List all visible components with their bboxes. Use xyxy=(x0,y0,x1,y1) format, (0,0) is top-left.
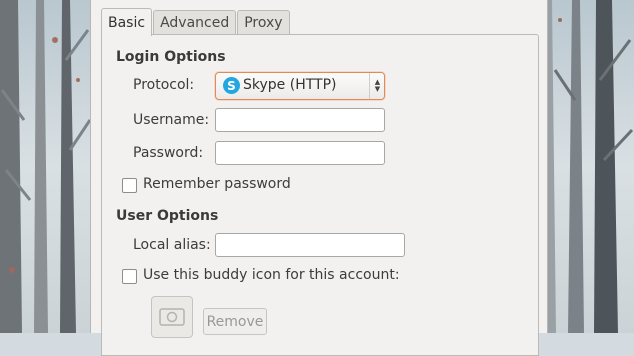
account-dialog: Basic Advanced Proxy Login Options Proto… xyxy=(90,0,548,356)
protocol-combo[interactable]: S Skype (HTTP) ▲ ▼ xyxy=(215,72,385,100)
remove-button-label: Remove xyxy=(206,313,264,330)
local-alias-input[interactable] xyxy=(215,233,405,257)
login-options-heading: Login Options xyxy=(116,49,226,65)
remember-password-label[interactable]: Remember password xyxy=(143,176,291,192)
password-label: Password: xyxy=(133,145,204,161)
username-input[interactable] xyxy=(215,108,385,132)
buddy-icon-checkbox[interactable] xyxy=(122,269,137,284)
local-alias-label: Local alias: xyxy=(133,237,211,253)
protocol-value: Skype (HTTP) xyxy=(243,77,337,93)
tab-basic-label: Basic xyxy=(108,14,146,31)
chevron-down-icon: ▼ xyxy=(374,85,381,93)
tab-advanced-label: Advanced xyxy=(160,15,230,31)
remember-password-checkbox[interactable] xyxy=(122,178,137,193)
basic-panel: Login Options Protocol: S Skype (HTTP) ▲… xyxy=(101,34,539,356)
skype-icon: S xyxy=(223,77,240,94)
username-label: Username: xyxy=(133,112,210,128)
password-input[interactable] xyxy=(215,141,385,165)
tab-basic[interactable]: Basic xyxy=(101,8,153,36)
remove-button[interactable]: Remove xyxy=(203,308,267,335)
tab-proxy[interactable]: Proxy xyxy=(237,10,290,35)
tab-advanced[interactable]: Advanced xyxy=(153,10,237,35)
buddy-icon-button[interactable] xyxy=(151,296,193,338)
protocol-label: Protocol: xyxy=(133,77,195,93)
buddy-icon-label[interactable]: Use this buddy icon for this account: xyxy=(143,267,400,283)
user-options-heading: User Options xyxy=(116,208,219,224)
tab-bar: Basic Advanced Proxy xyxy=(101,8,291,36)
image-placeholder-icon xyxy=(159,308,185,326)
tab-proxy-label: Proxy xyxy=(244,15,283,31)
combo-stepper[interactable]: ▲ ▼ xyxy=(369,73,385,99)
